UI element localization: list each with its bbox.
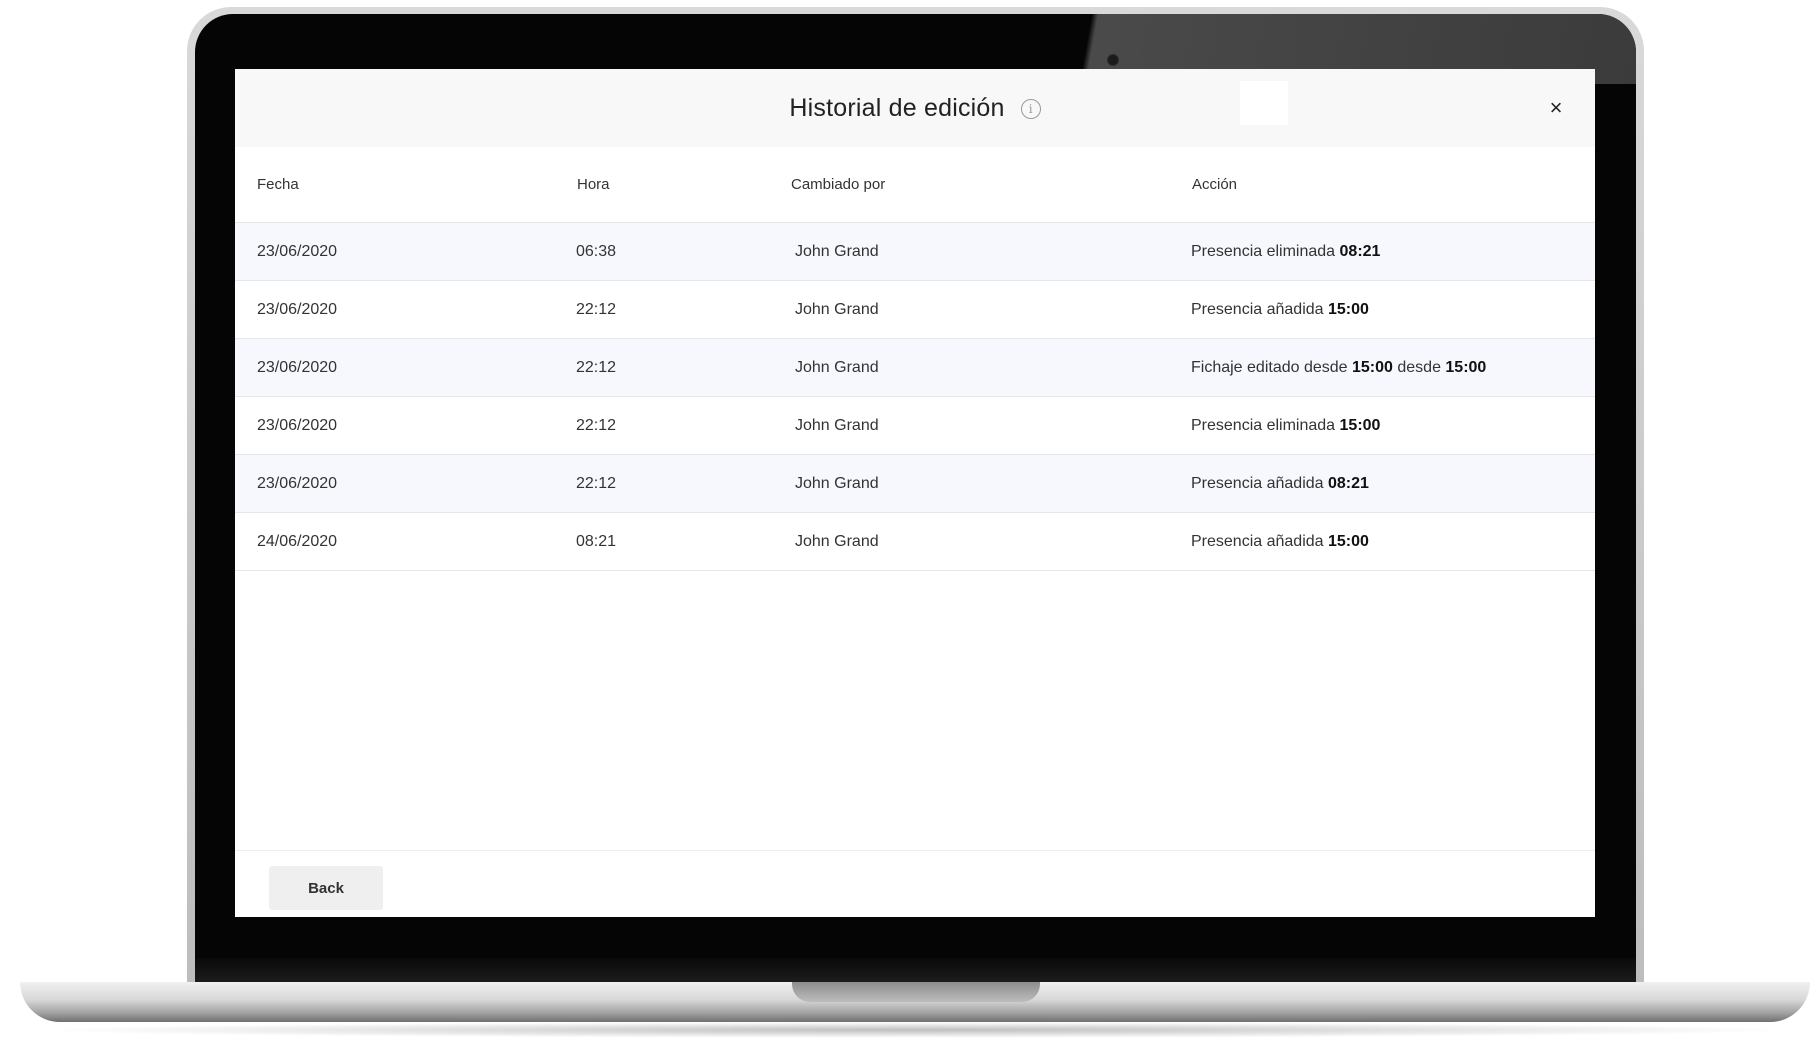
cell-accion: Presencia añadida 15:00 xyxy=(1191,513,1369,570)
modal-title-bar: Historial de edición i xyxy=(235,69,1595,147)
cell-cambiado-por: John Grand xyxy=(795,243,879,260)
edit-history-modal: Historial de edición i × Fecha Hora Camb… xyxy=(235,69,1595,917)
cell-hora: 22:12 xyxy=(576,417,617,434)
info-icon[interactable]: i xyxy=(1020,99,1041,119)
cell-hora: 22:12 xyxy=(576,475,617,492)
cell-fecha: 23/06/2020 xyxy=(257,359,338,376)
accion-time: 15:00 xyxy=(1327,533,1369,550)
cell-hora: 06:38 xyxy=(576,243,617,260)
cell-fecha: 24/06/2020 xyxy=(257,533,338,550)
table-row: 23/06/2020 22:12 John Grand Fichaje edit… xyxy=(235,339,1595,397)
accion-text: Presencia añadida xyxy=(1191,301,1328,318)
accion-time: 15:00 xyxy=(1339,417,1381,434)
camera-icon xyxy=(1107,54,1119,66)
modal-footer: Back xyxy=(235,850,1595,917)
cell-accion: Presencia eliminada 15:00 xyxy=(1191,397,1380,454)
accion-text: Presencia eliminada xyxy=(1191,417,1340,434)
cell-fecha: 23/06/2020 xyxy=(257,475,338,492)
accion-text-mid: desde xyxy=(1392,359,1446,376)
history-table: Fecha Hora Cambiado por Acción 23/06/202… xyxy=(235,147,1595,571)
column-header-cambiado-por: Cambiado por xyxy=(791,176,886,193)
table-row: 23/06/2020 06:38 John Grand Presencia el… xyxy=(235,223,1595,281)
cell-fecha: 23/06/2020 xyxy=(257,243,338,260)
cell-accion: Fichaje editado desde 15:00 desde 15:00 xyxy=(1191,339,1486,396)
column-header-hora: Hora xyxy=(577,176,610,193)
cell-fecha: 23/06/2020 xyxy=(257,417,338,434)
cell-cambiado-por: John Grand xyxy=(795,359,879,376)
cell-fecha: 23/06/2020 xyxy=(257,301,338,318)
cell-cambiado-por: John Grand xyxy=(795,475,879,492)
table-row: 23/06/2020 22:12 John Grand Presencia añ… xyxy=(235,455,1595,513)
laptop-mockup: Historial de edición i × Fecha Hora Camb… xyxy=(0,0,1820,1060)
header-placeholder xyxy=(1240,81,1288,125)
cell-hora: 08:21 xyxy=(576,533,617,550)
accion-time: 08:21 xyxy=(1327,475,1369,492)
table-row: 24/06/2020 08:21 John Grand Presencia añ… xyxy=(235,513,1595,571)
table-header: Fecha Hora Cambiado por Acción xyxy=(235,147,1595,223)
column-header-fecha: Fecha xyxy=(257,176,299,193)
table-row: 23/06/2020 22:12 John Grand Presencia el… xyxy=(235,397,1595,455)
accion-time: 08:21 xyxy=(1339,243,1381,260)
cell-accion: Presencia añadida 08:21 xyxy=(1191,455,1369,512)
modal-title: Historial de edición xyxy=(789,93,1005,122)
back-button[interactable]: Back xyxy=(269,866,383,910)
cell-hora: 22:12 xyxy=(576,359,617,376)
cell-cambiado-por: John Grand xyxy=(795,533,879,550)
cell-accion: Presencia añadida 15:00 xyxy=(1191,281,1369,338)
cell-cambiado-por: John Grand xyxy=(795,417,879,434)
accion-time: 15:00 xyxy=(1327,301,1369,318)
bezel-bottom xyxy=(195,958,1636,982)
cell-hora: 22:12 xyxy=(576,301,617,318)
accion-text: Presencia añadida xyxy=(1191,475,1328,492)
accion-text: Fichaje editado desde xyxy=(1191,359,1352,376)
close-icon[interactable]: × xyxy=(1541,93,1571,123)
laptop-shadow xyxy=(30,1022,1800,1038)
accion-text: Presencia eliminada xyxy=(1191,243,1340,260)
table-row: 23/06/2020 22:12 John Grand Presencia añ… xyxy=(235,281,1595,339)
accion-time: 15:00 xyxy=(1352,359,1393,376)
cell-accion: Presencia eliminada 08:21 xyxy=(1191,223,1380,280)
cell-cambiado-por: John Grand xyxy=(795,301,879,318)
accion-time-2: 15:00 xyxy=(1445,359,1487,376)
column-header-accion: Acción xyxy=(1192,176,1238,193)
laptop-base-notch xyxy=(792,982,1040,1002)
accion-text: Presencia añadida xyxy=(1191,533,1328,550)
